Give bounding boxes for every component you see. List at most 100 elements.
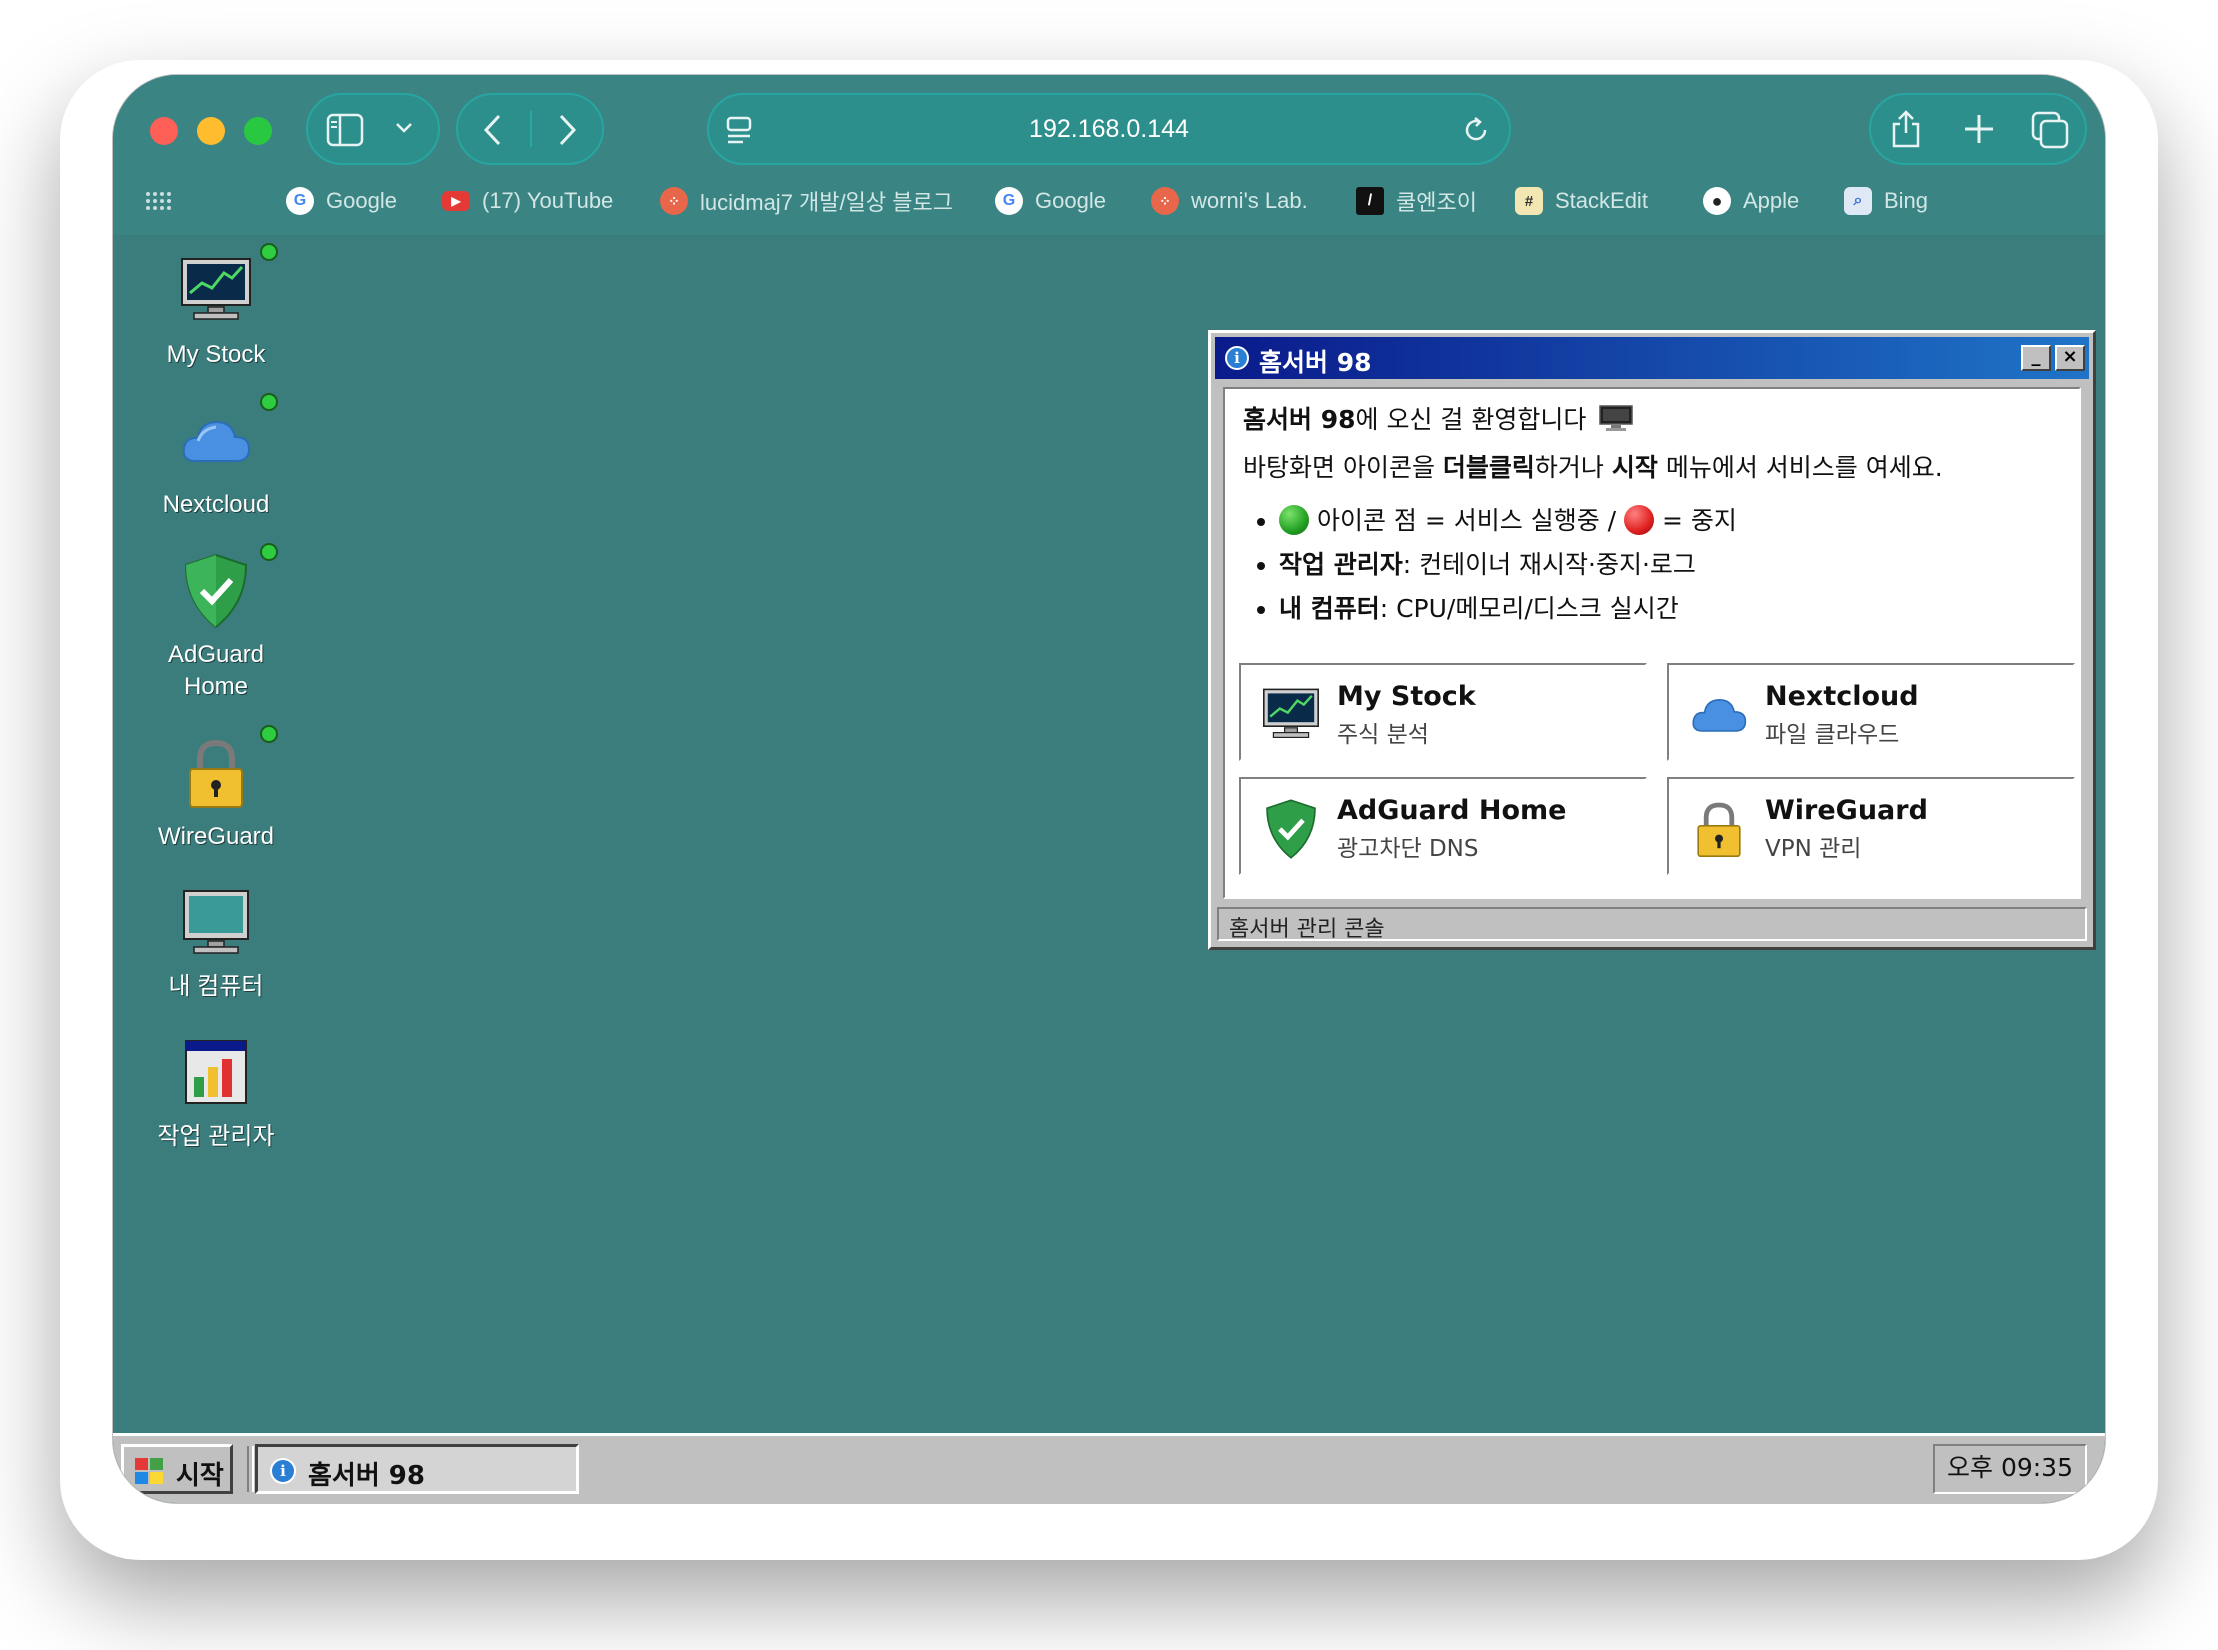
minimize-window-button[interactable] xyxy=(197,117,225,145)
apple-icon: ● xyxy=(1703,187,1731,215)
nav-divider xyxy=(530,111,532,147)
service-grid: My Stock 주식 분석 Nextcloud 파일 클라우드 AdGuard… xyxy=(1239,663,2075,883)
bar-chart-window-icon xyxy=(185,1040,247,1104)
taskbar-clock: 오후 09:35 xyxy=(1933,1444,2087,1494)
bookmark-youtube[interactable]: ▶ (17) YouTube xyxy=(442,179,613,223)
desktop-icon-label: 내 컴퓨터 xyxy=(168,973,264,1000)
bookmark-google-1[interactable]: G Google xyxy=(286,179,397,223)
service-desc: 주식 분석 xyxy=(1337,722,1429,748)
taskbar-item-homeserver[interactable]: i 홈서버 98 xyxy=(255,1444,579,1494)
info-list: 아이콘 점 = 서비스 실행중 / = 중지 작업 관리자: 컨테이너 재시작·… xyxy=(1243,499,2061,631)
info-text: : CPU/메모리/디스크 실시간 xyxy=(1379,594,1679,623)
instruction-bold: 더블클릭 xyxy=(1442,453,1535,482)
bookmark-label: Bing xyxy=(1884,188,1929,213)
url-text[interactable]: 192.168.0.144 xyxy=(709,115,1509,144)
taskbar-item-label: 홈서버 98 xyxy=(308,1461,425,1491)
bookmark-coolenjoy[interactable]: / 쿨엔조이 xyxy=(1356,179,1477,223)
desktop-icon-nextcloud[interactable]: Nextcloud xyxy=(141,393,291,521)
browser-toolbar: 192.168.0.144 G Google ▶ (17) YouTube ⁘ … xyxy=(113,75,2105,235)
service-card-nextcloud[interactable]: Nextcloud 파일 클라우드 xyxy=(1667,663,2075,761)
homeserver-dialog: i 홈서버 98 _ × 홈서버 98에 오신 걸 환영합니다 바탕화면 아이콘 xyxy=(1208,330,2096,950)
welcome-rest: 에 오신 걸 환영합니다 xyxy=(1355,405,1587,434)
desktop-icon-label: My Stock xyxy=(166,341,266,368)
service-name: My Stock xyxy=(1337,681,1476,712)
welcome-bold: 홈서버 98 xyxy=(1243,405,1356,434)
info-item-task-manager: 작업 관리자: 컨테이너 재시작·중지·로그 xyxy=(1279,543,2061,587)
service-desc: 파일 클라우드 xyxy=(1765,722,1900,748)
cloud-icon xyxy=(1692,698,1747,732)
service-card-adguard[interactable]: AdGuard Home 광고차단 DNS xyxy=(1239,777,1647,875)
bookmarks-bar: G Google ▶ (17) YouTube ⁘ lucidmaj7 개발/일… xyxy=(113,179,2105,229)
bookmark-label: Apple xyxy=(1743,188,1800,213)
instruction-text: 바탕화면 아이콘을 더블클릭하거나 시작 메뉴에서 서비스를 여세요. xyxy=(1243,451,2061,485)
grid-icon[interactable] xyxy=(145,191,171,211)
chevron-down-icon[interactable] xyxy=(394,121,414,135)
new-tab-icon[interactable] xyxy=(1963,113,1995,145)
service-desc: 광고차단 DNS xyxy=(1337,836,1479,862)
sidebar-icon xyxy=(326,113,364,147)
dialog-titlebar[interactable]: i 홈서버 98 _ × xyxy=(1215,337,2089,379)
close-button[interactable]: × xyxy=(2055,345,2085,371)
tab-overview-icon[interactable] xyxy=(2031,111,2069,149)
right-toolbar-group xyxy=(1869,93,2087,165)
windows-logo-icon xyxy=(135,1458,163,1484)
desktop-icon-task-manager[interactable]: 작업 관리자 xyxy=(141,1033,291,1153)
taskbar: 시작 i 홈서버 98 오후 09:35 xyxy=(113,1433,2105,1503)
sidebar-toggle-button[interactable] xyxy=(306,93,440,165)
youtube-icon: ▶ xyxy=(442,191,470,211)
cloud-icon xyxy=(182,420,251,462)
info-item-status: 아이콘 점 = 서비스 실행중 / = 중지 xyxy=(1279,499,2061,543)
reload-icon[interactable] xyxy=(1461,115,1491,145)
welcome-text: 홈서버 98에 오신 걸 환영합니다 xyxy=(1243,403,2061,437)
start-label: 시작 xyxy=(176,1461,224,1491)
monitor-icon xyxy=(1599,405,1634,431)
service-name: Nextcloud xyxy=(1765,681,1919,712)
address-bar[interactable]: 192.168.0.144 xyxy=(707,93,1511,165)
status-dot-running xyxy=(260,393,278,411)
bookmark-apple[interactable]: ● Apple xyxy=(1703,179,1799,223)
desktop-icon-label: 작업 관리자 xyxy=(157,1123,275,1150)
zoom-window-button[interactable] xyxy=(244,117,272,145)
bookmark-google-2[interactable]: G Google xyxy=(995,179,1106,223)
lock-icon xyxy=(189,739,243,808)
close-window-button[interactable] xyxy=(150,117,178,145)
info-bold: 작업 관리자 xyxy=(1279,550,1403,579)
info-icon: i xyxy=(1225,346,1249,370)
info-text: 아이콘 점 = 서비스 실행중 / xyxy=(1316,506,1617,535)
desktop-icon-my-computer[interactable]: 내 컴퓨터 xyxy=(141,883,291,1003)
minimize-button[interactable]: _ xyxy=(2021,345,2051,371)
info-bold: 내 컴퓨터 xyxy=(1279,594,1380,623)
shield-check-icon xyxy=(1266,799,1316,859)
dialog-title: 홈서버 98 xyxy=(1259,348,1372,377)
desktop-icon-adguard[interactable]: AdGuard Home xyxy=(141,543,291,703)
coolenjoy-icon: / xyxy=(1356,187,1384,215)
service-card-my-stock[interactable]: My Stock 주식 분석 xyxy=(1239,663,1647,761)
dialog-content: 홈서버 98에 오신 걸 환영합니다 바탕화면 아이콘을 더블클릭하거나 시작 … xyxy=(1223,387,2081,899)
taskbar-divider xyxy=(247,1446,254,1492)
bookmark-label: lucidmaj7 개발/일상 블로그 xyxy=(700,190,953,215)
shield-check-icon xyxy=(184,553,248,629)
start-button[interactable]: 시작 xyxy=(121,1444,233,1494)
google-icon: G xyxy=(286,187,314,215)
info-text: : 컨테이너 재시작·중지·로그 xyxy=(1402,550,1696,579)
bookmark-wornis-lab[interactable]: ⁘ worni's Lab. xyxy=(1151,179,1308,223)
bookmark-label: (17) YouTube xyxy=(482,188,614,213)
info-icon: i xyxy=(270,1458,296,1484)
service-name: AdGuard Home xyxy=(1337,795,1567,826)
service-name: WireGuard xyxy=(1765,795,1928,826)
dialog-statusbar: 홈서버 관리 콘솔 xyxy=(1217,907,2087,942)
bookmark-lucidmaj7[interactable]: ⁘ lucidmaj7 개발/일상 블로그 xyxy=(660,179,953,223)
desktop-icon-my-stock[interactable]: My Stock xyxy=(141,243,291,371)
service-card-wireguard[interactable]: WireGuard VPN 관리 xyxy=(1667,777,2075,875)
desktop-icon-wireguard[interactable]: WireGuard xyxy=(141,725,291,853)
share-icon[interactable] xyxy=(1889,109,1923,149)
back-arrow-icon[interactable] xyxy=(482,113,504,147)
info-text: = 중지 xyxy=(1661,506,1737,535)
bookmark-bing[interactable]: ⌕ Bing xyxy=(1844,179,1928,223)
computer-icon xyxy=(183,890,249,954)
bookmark-label: Google xyxy=(1035,188,1106,213)
bookmark-stackedit[interactable]: # StackEdit xyxy=(1515,179,1648,223)
forward-arrow-icon[interactable] xyxy=(556,113,578,147)
bookmark-label: worni's Lab. xyxy=(1191,188,1308,213)
instruction-bold: 시작 xyxy=(1611,453,1658,482)
